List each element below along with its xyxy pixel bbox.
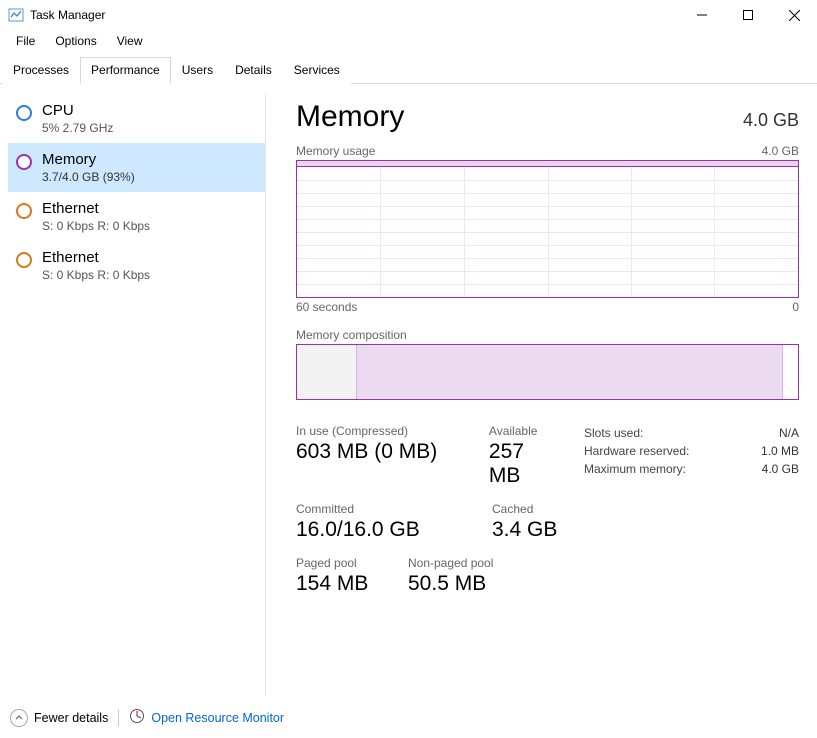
memory-icon [16,154,32,170]
tab-users[interactable]: Users [171,57,224,84]
open-resource-monitor-link[interactable]: Open Resource Monitor [129,708,284,727]
app-icon [8,7,24,23]
stat-label-in-use: In use (Compressed) [296,424,465,438]
stat-label-committed: Committed [296,502,468,516]
max-mem-value: 4.0 GB [762,462,799,476]
tab-services[interactable]: Services [283,57,351,84]
stat-val-committed: 16.0/16.0 GB [296,518,468,542]
main-area: CPU 5% 2.79 GHz Memory 3.7/4.0 GB (93%) … [0,84,817,696]
comp-seg-in-use-light [297,345,357,399]
sidebar-label-eth0: Ethernet [42,200,150,217]
stat-val-in-use: 603 MB (0 MB) [296,440,465,464]
sidebar-label-cpu: CPU [42,102,113,119]
ethernet-icon [16,252,32,268]
hw-reserved-label: Hardware reserved: [584,444,689,458]
stat-label-cached: Cached [492,502,557,516]
open-resource-monitor-label: Open Resource Monitor [151,711,284,725]
cpu-icon [16,105,32,121]
footer-divider [118,709,119,727]
comp-seg-in-use [357,345,783,399]
tabstrip: Processes Performance Users Details Serv… [0,56,817,84]
sidebar-item-cpu[interactable]: CPU 5% 2.79 GHz [8,94,265,143]
menu-view[interactable]: View [109,32,151,50]
usage-graph-grid [297,167,798,297]
stats-left: In use (Compressed) 603 MB (0 MB) Availa… [296,424,584,610]
page-title: Memory [296,100,404,134]
ethernet-icon [16,203,32,219]
stat-label-available: Available [489,424,560,438]
stat-val-available: 257 MB [489,440,560,488]
usage-label-right: 4.0 GB [762,144,799,158]
sidebar-label-memory: Memory [42,151,135,168]
stat-val-nonpaged: 50.5 MB [408,572,493,596]
resource-monitor-icon [129,708,145,727]
sidebar-sub-eth0: S: 0 Kbps R: 0 Kbps [42,219,150,233]
total-memory: 4.0 GB [743,110,799,131]
footer: Fewer details Open Resource Monitor [0,696,817,738]
sidebar-sub-cpu: 5% 2.79 GHz [42,121,113,135]
slots-used-value: N/A [779,426,799,440]
minimize-button[interactable] [679,0,725,30]
usage-graph-time: 60 seconds 0 [296,300,799,314]
stat-val-cached: 3.4 GB [492,518,557,542]
sidebar-item-ethernet-0[interactable]: Ethernet S: 0 Kbps R: 0 Kbps [8,192,265,241]
menu-file[interactable]: File [8,32,43,50]
tab-processes[interactable]: Processes [2,57,80,84]
stats-area: In use (Compressed) 603 MB (0 MB) Availa… [296,424,799,610]
window-title: Task Manager [30,8,105,22]
time-right: 0 [792,300,799,314]
comp-seg-free [783,345,798,399]
fewer-details-label: Fewer details [34,711,108,725]
menu-options[interactable]: Options [47,32,104,50]
content-header: Memory 4.0 GB [296,100,799,134]
menubar: File Options View [0,30,817,54]
time-left: 60 seconds [296,300,357,314]
vertical-divider [265,94,266,696]
titlebar[interactable]: Task Manager [0,0,817,30]
tab-performance[interactable]: Performance [80,57,171,84]
sidebar-sub-eth1: S: 0 Kbps R: 0 Kbps [42,268,150,282]
slots-used-label: Slots used: [584,426,643,440]
close-button[interactable] [771,0,817,30]
fewer-details-button[interactable]: Fewer details [10,709,108,727]
chevron-up-icon [10,709,28,727]
window-controls [679,0,817,30]
stat-label-nonpaged: Non-paged pool [408,556,493,570]
sidebar-item-memory[interactable]: Memory 3.7/4.0 GB (93%) [8,143,265,192]
max-mem-label: Maximum memory: [584,462,686,476]
usage-graph-labels: Memory usage 4.0 GB [296,144,799,158]
usage-label-left: Memory usage [296,144,375,158]
hw-reserved-value: 1.0 MB [761,444,799,458]
stat-label-paged: Paged pool [296,556,392,570]
sidebar-label-eth1: Ethernet [42,249,150,266]
sidebar: CPU 5% 2.79 GHz Memory 3.7/4.0 GB (93%) … [0,94,265,696]
sidebar-sub-memory: 3.7/4.0 GB (93%) [42,170,135,184]
usage-graph[interactable] [296,160,799,298]
tab-details[interactable]: Details [224,57,283,84]
stat-val-paged: 154 MB [296,572,392,596]
composition-graph[interactable] [296,344,799,400]
maximize-button[interactable] [725,0,771,30]
content: Memory 4.0 GB Memory usage 4.0 GB 60 sec… [278,94,817,696]
stats-right: Slots used:N/A Hardware reserved:1.0 MB … [584,424,799,610]
sidebar-item-ethernet-1[interactable]: Ethernet S: 0 Kbps R: 0 Kbps [8,241,265,290]
composition-label: Memory composition [296,328,799,342]
